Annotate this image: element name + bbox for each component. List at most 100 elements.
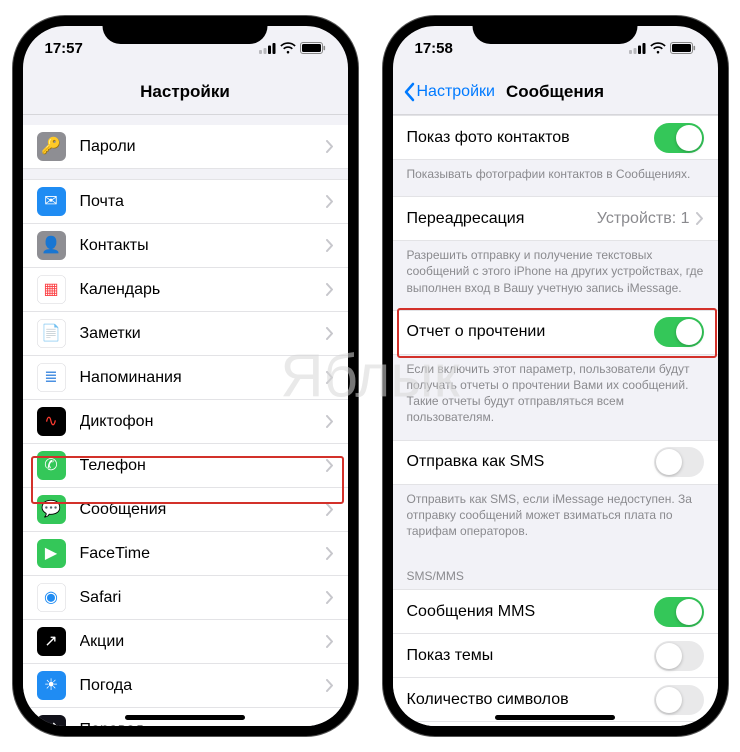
settings-row[interactable]: Показ темы: [393, 634, 718, 678]
settings-row-mail[interactable]: ✉︎ Почта: [23, 179, 348, 224]
chevron-right-icon: [326, 459, 334, 472]
toggle-switch[interactable]: [654, 641, 704, 671]
settings-row-calendar[interactable]: ▦ Календарь: [23, 268, 348, 312]
translate-icon: ⇄: [37, 715, 66, 726]
settings-row[interactable]: ПереадресацияУстройств: 1: [393, 196, 718, 241]
row-label: Контакты: [80, 237, 326, 255]
settings-row[interactable]: Показ фото контактов: [393, 115, 718, 160]
settings-row-reminders[interactable]: ≣ Напоминания: [23, 356, 348, 400]
chevron-right-icon: [696, 212, 704, 225]
chevron-right-icon: [326, 283, 334, 296]
row-label: Перевод: [80, 721, 326, 727]
phone-right: 17:58 Настройки Сообщения Показ фото кон…: [383, 16, 728, 736]
chevron-right-icon: [326, 371, 334, 384]
status-time: 17:58: [415, 40, 453, 57]
row-label: Отчет о прочтении: [407, 323, 654, 341]
row-label: Напоминания: [80, 369, 326, 387]
home-indicator[interactable]: [495, 715, 615, 720]
safari-icon: ◉: [37, 583, 66, 612]
key-icon: 🔑: [37, 132, 66, 161]
chevron-right-icon: [326, 239, 334, 252]
settings-row-voice-memo[interactable]: ∿ Диктофон: [23, 400, 348, 444]
chevron-right-icon: [326, 591, 334, 604]
messages-settings-list[interactable]: Показ фото контактов Показывать фотографи…: [393, 115, 718, 726]
calendar-icon: ▦: [37, 275, 66, 304]
stocks-icon: ↗︎: [37, 627, 66, 656]
settings-row-stocks[interactable]: ↗︎ Акции: [23, 620, 348, 664]
nav-title: Настройки: [140, 82, 230, 102]
row-label: Телефон: [80, 457, 326, 475]
section-header: SMS/MMS: [393, 553, 718, 589]
settings-row-phone[interactable]: ✆ Телефон: [23, 444, 348, 488]
row-label: FaceTime: [80, 545, 326, 563]
settings-row-weather[interactable]: ☀︎Погода: [23, 664, 348, 708]
row-label: Заметки: [80, 325, 326, 343]
chevron-right-icon: [326, 195, 334, 208]
row-label: Показ фото контактов: [407, 129, 654, 147]
back-label: Настройки: [417, 83, 495, 101]
section-footer: Показывать фотографии контактов в Сообще…: [393, 160, 718, 196]
section-footer: Разрешить отправку и получение текстовых…: [393, 241, 718, 310]
reminders-icon: ≣: [37, 363, 66, 392]
toggle-switch[interactable]: [654, 123, 704, 153]
nav-title: Сообщения: [506, 82, 604, 102]
toggle-switch[interactable]: [654, 447, 704, 477]
row-label: Календарь: [80, 281, 326, 299]
row-label: Отправка как SMS: [407, 453, 654, 471]
row-label: Safari: [80, 589, 326, 607]
row-label: Сообщения: [80, 501, 326, 519]
mail-icon: ✉︎: [37, 187, 66, 216]
row-label: Показ темы: [407, 647, 654, 665]
cellular-icon: [629, 43, 646, 54]
weather-icon: ☀︎: [37, 671, 66, 700]
notch: [103, 16, 268, 44]
row-label: Переадресация: [407, 210, 597, 228]
chevron-left-icon: [403, 82, 415, 102]
settings-row-key[interactable]: 🔑 Пароли: [23, 125, 348, 169]
voice-memo-icon: ∿: [37, 407, 66, 436]
settings-row-safari[interactable]: ◉ Safari: [23, 576, 348, 620]
settings-row[interactable]: Сообщения MMS: [393, 589, 718, 634]
wifi-icon: [650, 42, 666, 54]
notch: [473, 16, 638, 44]
row-label: Диктофон: [80, 413, 326, 431]
toggle-switch[interactable]: [654, 317, 704, 347]
chevron-right-icon: [326, 723, 334, 726]
home-indicator[interactable]: [125, 715, 245, 720]
nav-bar: Настройки Сообщения: [393, 70, 718, 115]
cellular-icon: [259, 43, 276, 54]
facetime-icon: ▶︎: [37, 539, 66, 568]
settings-list[interactable]: 🔑 Пароли ✉︎ Почта 👤 Контакты ▦ Календарь 📄 Заметк…: [23, 115, 348, 726]
chevron-right-icon: [326, 327, 334, 340]
notes-icon: 📄: [37, 319, 66, 348]
battery-icon: [670, 42, 696, 54]
section-footer: Отправить как SMS, если iMessage недосту…: [393, 485, 718, 554]
row-label: Количество символов: [407, 691, 654, 709]
row-label: Почта: [80, 193, 326, 211]
chevron-right-icon: [326, 415, 334, 428]
row-label: Пароли: [80, 138, 326, 156]
contacts-icon: 👤: [37, 231, 66, 260]
settings-row-notes[interactable]: 📄 Заметки: [23, 312, 348, 356]
nav-bar: Настройки: [23, 70, 348, 115]
settings-row[interactable]: Отчет о прочтении: [393, 310, 718, 355]
chevron-right-icon: [326, 503, 334, 516]
row-value: Устройств: 1: [597, 210, 690, 228]
settings-row-messages[interactable]: 💬 Сообщения: [23, 488, 348, 532]
toggle-switch[interactable]: [654, 685, 704, 715]
back-button[interactable]: Настройки: [403, 82, 495, 102]
settings-row-contacts[interactable]: 👤 Контакты: [23, 224, 348, 268]
battery-icon: [300, 42, 326, 54]
wifi-icon: [280, 42, 296, 54]
row-label: Акции: [80, 633, 326, 651]
settings-row-facetime[interactable]: ▶︎ FaceTime: [23, 532, 348, 576]
toggle-switch[interactable]: [654, 597, 704, 627]
settings-row[interactable]: Заблокированные контакты: [393, 722, 718, 726]
settings-row[interactable]: Отправка как SMS: [393, 440, 718, 485]
status-time: 17:57: [45, 40, 83, 57]
chevron-right-icon: [326, 679, 334, 692]
phone-icon: ✆: [37, 451, 66, 480]
messages-icon: 💬: [37, 495, 66, 524]
row-label: Сообщения MMS: [407, 603, 654, 621]
section-footer: Если включить этот параметр, пользовател…: [393, 355, 718, 440]
